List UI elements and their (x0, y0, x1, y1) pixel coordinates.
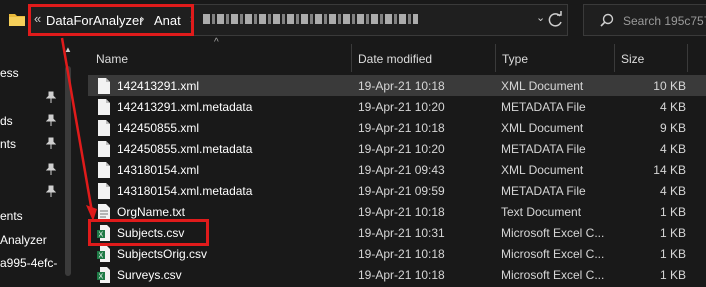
refresh-icon[interactable] (543, 6, 569, 34)
file-date-modified: 19-Apr-21 10:20 (358, 142, 445, 156)
pin-icon (46, 137, 56, 149)
search-icon (600, 13, 614, 27)
file-size: 10 KB (653, 79, 686, 93)
file-date-modified: 19-Apr-21 09:43 (358, 163, 445, 177)
file-date-modified: 19-Apr-21 10:18 (358, 205, 445, 219)
nav-item-quick-access[interactable]: ess (0, 66, 19, 80)
column-divider[interactable] (614, 44, 615, 72)
file-size: 4 KB (659, 142, 686, 156)
folder-icon (9, 14, 25, 26)
redacted-breadcrumb (203, 14, 418, 24)
pin-icon (46, 163, 56, 175)
scroll-up-icon[interactable]: ▲ (64, 45, 72, 54)
column-header-size[interactable]: Size (621, 52, 644, 66)
file-type: XML Document (501, 163, 584, 177)
file-type: METADATA File (501, 184, 586, 198)
file-date-modified: 19-Apr-21 10:18 (358, 247, 445, 261)
document-icon (97, 183, 110, 199)
column-divider[interactable] (687, 44, 688, 72)
file-type: XML Document (501, 79, 584, 93)
file-date-modified: 19-Apr-21 10:20 (358, 100, 445, 114)
sort-ascending-icon: ^ (214, 37, 219, 48)
nav-scrollbar-thumb[interactable] (65, 66, 71, 276)
column-divider[interactable] (351, 44, 352, 72)
svg-text:X: X (99, 274, 104, 281)
file-name: 142413291.xml.metadata (117, 100, 253, 114)
column-header-type[interactable]: Type (502, 52, 528, 66)
excel-file-icon: X (97, 267, 110, 283)
file-name: 142450855.xml (117, 121, 200, 135)
file-size: 14 KB (653, 163, 686, 177)
svg-text:X: X (99, 253, 104, 260)
file-size: 1 KB (659, 268, 686, 282)
column-divider[interactable] (495, 44, 496, 72)
file-name: OrgName.txt (117, 205, 186, 219)
file-size: 4 KB (659, 184, 686, 198)
search-input[interactable]: Search 195c7575 (623, 14, 706, 28)
file-name: SubjectsOrig.csv (117, 247, 208, 261)
document-icon (97, 78, 110, 94)
file-type: METADATA File (501, 100, 586, 114)
column-header-name[interactable]: Name (96, 52, 128, 66)
document-icon (97, 162, 110, 178)
pin-icon (46, 114, 56, 126)
file-date-modified: 19-Apr-21 10:31 (358, 226, 445, 240)
file-date-modified: 19-Apr-21 10:18 (358, 79, 445, 93)
nav-item-documents[interactable]: nts (0, 137, 16, 151)
file-size: 1 KB (659, 247, 686, 261)
file-type: Microsoft Excel C... (501, 268, 604, 282)
excel-file-icon: X (97, 246, 110, 262)
file-date-modified: 19-Apr-21 10:18 (358, 268, 445, 282)
file-name: 142450855.xml.metadata (117, 142, 253, 156)
file-type: Microsoft Excel C... (501, 247, 604, 261)
file-name: 142413291.xml (117, 79, 200, 93)
nav-item-guid-folder[interactable]: a995-4efc- (0, 256, 57, 270)
file-name: Surveys.csv (117, 268, 182, 282)
document-icon (97, 120, 110, 136)
file-size: 4 KB (659, 100, 686, 114)
pin-icon (46, 185, 56, 197)
nav-item-downloads[interactable]: ds (0, 114, 13, 128)
file-type: METADATA File (501, 142, 586, 156)
nav-item-recents[interactable]: ents (0, 209, 23, 223)
document-icon (97, 141, 110, 157)
file-size: 9 KB (659, 121, 686, 135)
nav-item-analyzer[interactable]: Analyzer (0, 233, 47, 247)
file-date-modified: 19-Apr-21 10:18 (358, 121, 445, 135)
file-size: 1 KB (659, 226, 686, 240)
pin-icon (46, 91, 56, 103)
text-file-icon (97, 204, 110, 220)
file-name: 143180154.xml.metadata (117, 184, 253, 198)
file-name: 143180154.xml (117, 163, 200, 177)
file-type: Text Document (501, 205, 582, 219)
file-size: 1 KB (659, 205, 686, 219)
annotation-highlight-file (88, 219, 209, 246)
file-date-modified: 19-Apr-21 09:59 (358, 184, 445, 198)
file-type: Microsoft Excel C... (501, 226, 604, 240)
navigation-pane (0, 44, 74, 287)
file-type: XML Document (501, 121, 584, 135)
document-icon (97, 99, 110, 115)
annotation-highlight-path (28, 4, 194, 36)
column-header-date[interactable]: Date modified (358, 52, 432, 66)
